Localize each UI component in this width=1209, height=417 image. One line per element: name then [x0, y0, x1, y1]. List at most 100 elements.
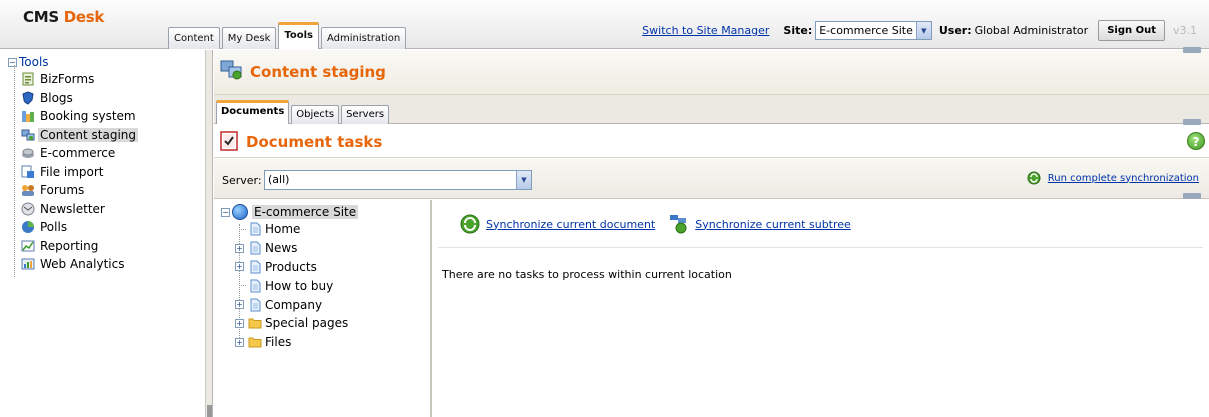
server-select[interactable]: (all) ▼ — [264, 170, 532, 190]
document-tree-list: Home + News + Products How to buy + Comp… — [235, 220, 348, 352]
sidebar-item-newsletter[interactable]: Newsletter — [21, 200, 138, 219]
splitter-grip[interactable] — [207, 405, 212, 417]
sidebar-item-web-analytics[interactable]: Web Analytics — [21, 255, 138, 274]
tree-item-home[interactable]: Home — [235, 220, 348, 239]
sidebar-item-blogs[interactable]: Blogs — [21, 89, 138, 108]
frame-splitter[interactable] — [206, 50, 213, 417]
sidebar-item-file-import[interactable]: File import — [21, 163, 138, 182]
sidebar-item-label: Blogs — [40, 90, 73, 105]
sidebar-item-content-staging[interactable]: Content staging — [21, 126, 139, 145]
tree-item-label: How to buy — [265, 278, 334, 293]
synchronize-current-subtree[interactable]: Synchronize current subtree — [669, 214, 851, 234]
folder-icon — [248, 316, 262, 330]
bizforms-icon — [21, 72, 35, 86]
sidebar-item-forums[interactable]: Forums — [21, 181, 138, 200]
file-import-icon — [21, 165, 35, 179]
tree-item-label: Home — [265, 222, 301, 237]
sync-document-link[interactable]: Synchronize current document — [486, 218, 655, 231]
tree-item-label: Files — [265, 335, 292, 350]
version-label: v3.1 — [1172, 24, 1197, 37]
tree-item-label: Company — [265, 297, 323, 312]
sidebar-item-booking-system[interactable]: Booking system — [21, 107, 138, 126]
expand-icon[interactable]: + — [235, 300, 244, 310]
tree-item-news[interactable]: + News — [235, 239, 348, 258]
sidebar-item-bizforms[interactable]: BizForms — [21, 70, 138, 89]
divider — [438, 247, 1203, 248]
reporting-icon — [21, 239, 35, 253]
sidebar-item-label: Reporting — [40, 238, 99, 253]
user-label: User: — [938, 24, 972, 37]
expand-icon[interactable]: + — [235, 243, 244, 253]
collapse-icon[interactable]: − — [8, 57, 17, 67]
site-select-value: E-commerce Site — [819, 24, 913, 37]
collapse-icon[interactable]: − — [221, 207, 230, 217]
ecommerce-icon — [21, 146, 35, 160]
tree-item-label: News — [265, 241, 298, 256]
main-tabs: Content My Desk Tools Administration — [168, 21, 408, 49]
collapse-header-button[interactable] — [1183, 47, 1201, 53]
server-filter-bar: Server: (all) ▼ Run complete synchroniza… — [214, 159, 1209, 199]
synchronize-subtree-icon — [669, 214, 689, 234]
expand-icon[interactable]: + — [235, 318, 244, 328]
server-label: Server: — [222, 174, 262, 187]
no-tasks-message: There are no tasks to process within cur… — [442, 268, 732, 281]
tab-tools[interactable]: Tools — [278, 22, 319, 49]
content-staging-icon — [220, 58, 244, 82]
sign-out-button[interactable]: Sign Out — [1098, 20, 1165, 41]
sidebar-item-label: BizForms — [40, 72, 95, 87]
tree-item-label: Special pages — [265, 316, 349, 331]
tab-objects[interactable]: Objects — [291, 105, 340, 124]
sidebar-item-label: Forums — [40, 183, 85, 198]
polls-icon — [21, 220, 35, 234]
tree-root-site[interactable]: − E-commerce Site — [221, 204, 359, 220]
expand-icon[interactable]: + — [235, 337, 244, 347]
staging-icon — [21, 128, 35, 142]
collapse-filter-button[interactable] — [1183, 193, 1201, 199]
tree-item-special-pages[interactable]: + Special pages — [235, 314, 348, 333]
synchronize-current-document[interactable]: Synchronize current document — [460, 214, 655, 234]
tab-my-desk[interactable]: My Desk — [221, 27, 277, 49]
sidebar-item-label: Web Analytics — [40, 257, 125, 272]
folder-icon — [248, 335, 262, 349]
tree-root-label: Tools — [19, 55, 49, 69]
page-title-bar: Content staging — [214, 47, 1209, 95]
cms-desk-logo: CMS Desk — [23, 8, 104, 26]
expand-icon[interactable]: + — [235, 262, 244, 272]
sidebar-item-polls[interactable]: Polls — [21, 218, 138, 237]
page-icon — [248, 260, 262, 274]
tab-content[interactable]: Content — [168, 27, 220, 49]
chevron-down-icon[interactable]: ▼ — [915, 22, 931, 39]
switch-to-site-manager-link[interactable]: Switch to Site Manager — [642, 24, 769, 37]
tree-item-files[interactable]: + Files — [235, 333, 348, 352]
globe-icon — [232, 204, 248, 220]
site-label: Site: — [783, 24, 813, 37]
page-title: Content staging — [250, 63, 386, 81]
run-complete-synchronization[interactable]: Run complete synchronization — [1027, 171, 1199, 185]
sync-subtree-link[interactable]: Synchronize current subtree — [695, 218, 851, 231]
site-select[interactable]: E-commerce Site ▼ — [815, 21, 932, 40]
tools-tree-list: BizForms Blogs Booking system Content st… — [21, 70, 139, 274]
sidebar-item-label: File import — [40, 164, 104, 179]
tree-root-label: E-commerce Site — [252, 205, 359, 219]
sidebar-item-e-commerce[interactable]: E-commerce — [21, 144, 138, 163]
task-actions: Synchronize current document Synchronize… — [460, 214, 865, 234]
tree-item-products[interactable]: + Products — [235, 258, 348, 277]
tree-item-label: Products — [265, 259, 317, 274]
sidebar-item-reporting[interactable]: Reporting — [21, 237, 138, 256]
tree-item-how-to-buy[interactable]: How to buy — [235, 276, 348, 295]
newsletter-icon — [21, 202, 35, 216]
tree-item-company[interactable]: + Company — [235, 295, 348, 314]
tab-administration[interactable]: Administration — [320, 27, 407, 49]
help-icon[interactable]: ? — [1187, 132, 1205, 150]
page-icon — [248, 241, 262, 255]
header-right: Switch to Site Manager Site: E-commerce … — [642, 20, 1197, 41]
run-sync-link[interactable]: Run complete synchronization — [1048, 173, 1199, 184]
sidebar-item-label: Polls — [40, 220, 68, 235]
chevron-down-icon[interactable]: ▼ — [516, 171, 531, 189]
document-tasks-icon — [220, 131, 238, 151]
sub-tabs-bar: Documents Objects Servers — [214, 95, 1209, 125]
sidebar-item-label: Booking system — [40, 109, 136, 124]
sub-tabs: Documents Objects Servers — [216, 100, 391, 124]
tab-documents[interactable]: Documents — [216, 100, 290, 124]
tab-servers[interactable]: Servers — [341, 105, 390, 124]
